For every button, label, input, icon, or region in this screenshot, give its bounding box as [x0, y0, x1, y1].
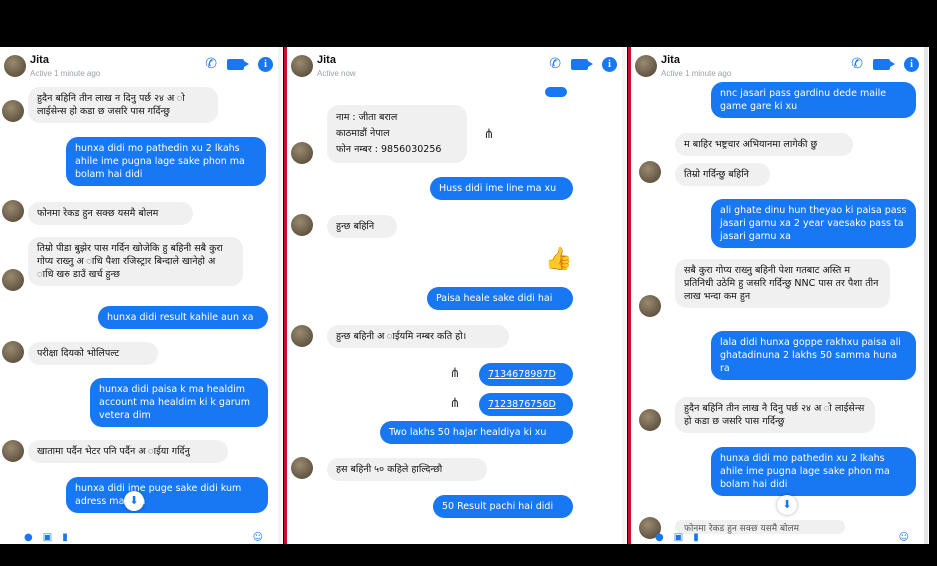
avatar — [291, 142, 313, 164]
avatar — [2, 341, 24, 363]
message-outgoing: lala didi hunxa goppe rakhxu paisa ali g… — [711, 331, 916, 380]
scrollbar[interactable] — [622, 47, 626, 544]
message-incoming: हुन्छ बहिनि — [327, 215, 397, 238]
message-outgoing: hunxa didi ime puge sake didi kum adress… — [66, 477, 268, 513]
contact-avatar[interactable] — [4, 55, 26, 77]
message-incoming: हुदैन बहिनि तीन लाख नै दिनु पर्छ २४ अ ो … — [675, 397, 875, 433]
gallery-icon[interactable]: ▣ — [674, 532, 683, 544]
message-incoming: परीक्षा दियको भोलिपल्ट — [28, 342, 158, 365]
avatar — [2, 440, 24, 462]
composer-toolbar: ● ▣ ▮ ☺ — [631, 532, 929, 544]
avatar — [291, 214, 313, 236]
info-icon[interactable]: i — [602, 56, 617, 72]
avatar — [639, 295, 661, 317]
avatar — [639, 409, 661, 431]
gallery-icon[interactable]: ▣ — [43, 532, 52, 544]
message-incoming: फोनमा रेकड हुन सक्छ यसमै बोलम — [28, 202, 193, 225]
contact-avatar[interactable] — [635, 55, 657, 77]
message-incoming: म बाहिर भष्ट्रचार अभियानमा लागेकी छु — [675, 133, 853, 156]
contact-avatar[interactable] — [291, 55, 313, 77]
share-icon[interactable]: ⋔ — [447, 396, 463, 412]
avatar — [639, 161, 661, 183]
share-icon[interactable]: ⋔ — [481, 127, 497, 143]
message-incoming: खातामा पर्दैन भेटर पनि पर्दैन अ ाईया गर्… — [28, 440, 228, 463]
info-icon[interactable]: i — [904, 56, 919, 72]
avatar — [2, 100, 24, 122]
message-outgoing: Two lakhs 50 hajar healdiya ki xu — [380, 421, 573, 444]
video-icon[interactable] — [227, 58, 249, 70]
chat-header: Jita Active now ✆ i — [287, 47, 627, 87]
contact-name[interactable]: Jita — [661, 54, 680, 66]
contact-status: Active 1 minute ago — [30, 69, 101, 78]
message-outgoing: hunxa didi paisa k ma healdim account ma… — [90, 378, 268, 427]
emoji-icon[interactable]: ☺ — [253, 532, 263, 544]
message-outgoing: hunxa didi mo pathedin xu 2 lkahs ahile … — [66, 137, 266, 186]
composer-toolbar: ● ▣ ▮ ☺ — [0, 532, 283, 544]
chat-panel-2: Jita Active now ✆ i नाम : जीता बराल काठम… — [287, 47, 627, 544]
mic-icon[interactable]: ▮ — [693, 532, 699, 544]
contact-status: Active 1 minute ago — [661, 69, 732, 78]
video-icon[interactable] — [571, 58, 593, 70]
message-outgoing: Huss didi ime line ma xu — [430, 177, 573, 200]
video-icon[interactable] — [873, 58, 895, 70]
chat-panel-1: Jita Active 1 minute ago ✆ i हुदैन बहिनि… — [0, 47, 283, 544]
link-message[interactable]: 7134678987D — [479, 363, 573, 386]
contact-card-message: नाम : जीता बराल काठमाडौं नेपाल फोन नम्बर… — [327, 105, 467, 163]
chat-header: Jita Active 1 minute ago ✆ i — [631, 47, 929, 87]
like-icon: 👍 — [545, 247, 573, 272]
contact-name[interactable]: Jita — [30, 54, 49, 66]
message-outgoing: ali ghate dinu hun theyao ki paisa pass … — [711, 199, 916, 248]
contact-status: Active now — [317, 69, 356, 78]
info-icon[interactable]: i — [258, 56, 273, 72]
emoji-icon[interactable]: ☺ — [899, 532, 909, 544]
message-incoming: हस बहिनी ५० कहिले हाल्दिन्छौ — [327, 458, 487, 481]
message-outgoing: nnc jasari pass gardinu dede maile game … — [711, 82, 916, 118]
mic-icon[interactable]: ▮ — [62, 532, 68, 544]
contact-name[interactable]: Jita — [317, 54, 336, 66]
message-outgoing — [545, 87, 567, 97]
message-incoming: हुदैन बहिनि तीन लाख न दिनु पर्छ २४ अ ो ल… — [28, 87, 218, 123]
avatar — [2, 269, 24, 291]
avatar — [291, 325, 313, 347]
avatar — [2, 200, 24, 222]
phone-icon[interactable]: ✆ — [549, 56, 561, 72]
message-outgoing: 50 Result pachi hai didi — [433, 495, 573, 518]
avatar — [291, 457, 313, 479]
scroll-down-icon[interactable]: ⬇ — [124, 491, 144, 511]
camera-icon[interactable]: ● — [24, 532, 33, 544]
link-message[interactable]: 7123876756D — [479, 393, 573, 416]
message-incoming: हुन्छ बहिनी अ ाईयमि नम्बर कति हो। — [327, 325, 509, 348]
message-incoming: सबै कुरा गोप्य राख्नु बहिनी पेशा गतबाट अ… — [675, 259, 890, 308]
message-outgoing: hunxa didi mo pathedin xu 2 lkahs ahile … — [711, 447, 916, 496]
message-outgoing: hunxa didi result kahile aun xa — [98, 306, 268, 329]
chat-panel-3: Jita Active 1 minute ago ✆ i nnc jasari … — [631, 47, 929, 544]
scroll-down-icon[interactable]: ⬇ — [777, 495, 797, 515]
scrollbar[interactable] — [924, 47, 928, 544]
phone-icon[interactable]: ✆ — [851, 56, 863, 72]
camera-icon[interactable]: ● — [655, 532, 664, 544]
message-incoming: तिम्रो पीडा बुझेर पास गर्दिन खोजेकि हु ब… — [28, 237, 243, 286]
phone-icon[interactable]: ✆ — [205, 56, 217, 72]
scrollbar[interactable] — [278, 47, 282, 544]
message-outgoing: Paisa heale sake didi hai — [427, 287, 573, 310]
share-icon[interactable]: ⋔ — [447, 366, 463, 382]
message-incoming: तिम्रो गर्दिन्छु बहिनि — [675, 163, 770, 186]
chat-header: Jita Active 1 minute ago ✆ i — [0, 47, 283, 87]
